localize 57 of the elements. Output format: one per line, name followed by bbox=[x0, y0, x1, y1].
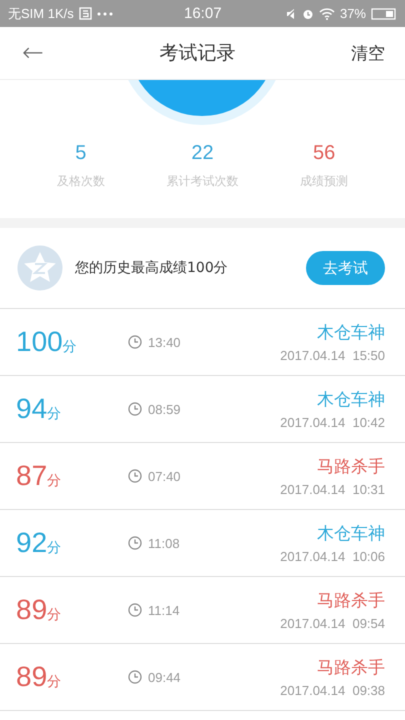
record-row[interactable]: 94分 08:59 木仓车神 2017.04.14 10:42 bbox=[0, 376, 405, 443]
star-badge-icon bbox=[17, 245, 63, 291]
clock-icon bbox=[128, 402, 142, 416]
date-text: 2017.04.14 10:31 bbox=[280, 482, 385, 497]
more-icon bbox=[96, 12, 113, 16]
best-score-text: 您的历史最高成绩100分 bbox=[75, 259, 229, 277]
take-exam-button[interactable]: 去考试 bbox=[306, 251, 385, 285]
date-text: 2017.04.14 15:50 bbox=[280, 348, 385, 363]
rank-title: 木仓车神 bbox=[317, 389, 385, 411]
duration-text: 07:40 bbox=[148, 468, 181, 484]
record-row[interactable]: 89分 11:14 马路杀手 2017.04.14 09:54 bbox=[0, 577, 405, 644]
rank-title: 木仓车神 bbox=[317, 322, 385, 344]
clock-icon bbox=[128, 469, 142, 483]
score-text: 89分 bbox=[16, 594, 62, 626]
date-text: 2017.04.14 09:54 bbox=[280, 616, 385, 631]
stat-label: 成绩预测 bbox=[300, 173, 348, 190]
stat-label: 累计考试次数 bbox=[166, 173, 238, 190]
clock-icon bbox=[128, 335, 142, 349]
score-text: 100分 bbox=[16, 326, 78, 358]
date-text: 2017.04.14 10:42 bbox=[280, 415, 385, 430]
duration-text: 11:08 bbox=[148, 536, 180, 550]
clock-icon bbox=[128, 670, 142, 684]
stat-value: 56 bbox=[313, 142, 336, 165]
carrier-text: 无SIM 1K/s bbox=[8, 4, 74, 22]
date-text: 2017.04.14 09:38 bbox=[280, 683, 385, 698]
battery-percent: 37% bbox=[340, 6, 366, 21]
sim-icon bbox=[78, 7, 92, 20]
wifi-icon bbox=[318, 8, 335, 20]
duration-text: 09:44 bbox=[148, 670, 181, 684]
date-text: 2017.04.14 10:06 bbox=[280, 549, 385, 564]
score-text: 87分 bbox=[16, 460, 62, 492]
record-row[interactable]: 100分 13:40 木仓车神 2017.04.14 15:50 bbox=[0, 309, 405, 376]
stat-value: 22 bbox=[191, 142, 214, 165]
page-title: 考试记录 bbox=[159, 41, 236, 66]
duration-text: 13:40 bbox=[148, 334, 181, 350]
record-row[interactable]: 87分 07:40 马路杀手 2017.04.14 10:31 bbox=[0, 443, 405, 510]
back-button[interactable]: ← bbox=[22, 38, 44, 68]
clock-icon bbox=[128, 536, 142, 550]
stat-label: 及格次数 bbox=[56, 173, 105, 190]
record-row[interactable]: 92分 11:08 木仓车神 2017.04.14 10:06 bbox=[0, 510, 405, 577]
clock-icon bbox=[128, 603, 142, 617]
score-text: 94分 bbox=[16, 393, 62, 425]
rank-title: 马路杀手 bbox=[317, 657, 385, 679]
battery-icon bbox=[371, 8, 397, 20]
duration-text: 08:59 bbox=[148, 402, 181, 416]
clear-button[interactable]: 清空 bbox=[350, 42, 385, 64]
status-time: 16:07 bbox=[184, 5, 222, 22]
score-text: 92分 bbox=[16, 527, 62, 559]
duration-text: 11:14 bbox=[148, 602, 180, 618]
rank-title: 马路杀手 bbox=[317, 590, 385, 612]
record-row[interactable]: 89分 09:44 马路杀手 2017.04.14 09:38 bbox=[0, 644, 405, 711]
mute-icon bbox=[284, 8, 297, 20]
stat-value: 5 bbox=[75, 142, 86, 165]
rank-title: 木仓车神 bbox=[317, 523, 385, 545]
alarm-icon bbox=[302, 8, 314, 20]
rank-title: 马路杀手 bbox=[317, 456, 385, 478]
score-text: 89分 bbox=[16, 661, 62, 693]
